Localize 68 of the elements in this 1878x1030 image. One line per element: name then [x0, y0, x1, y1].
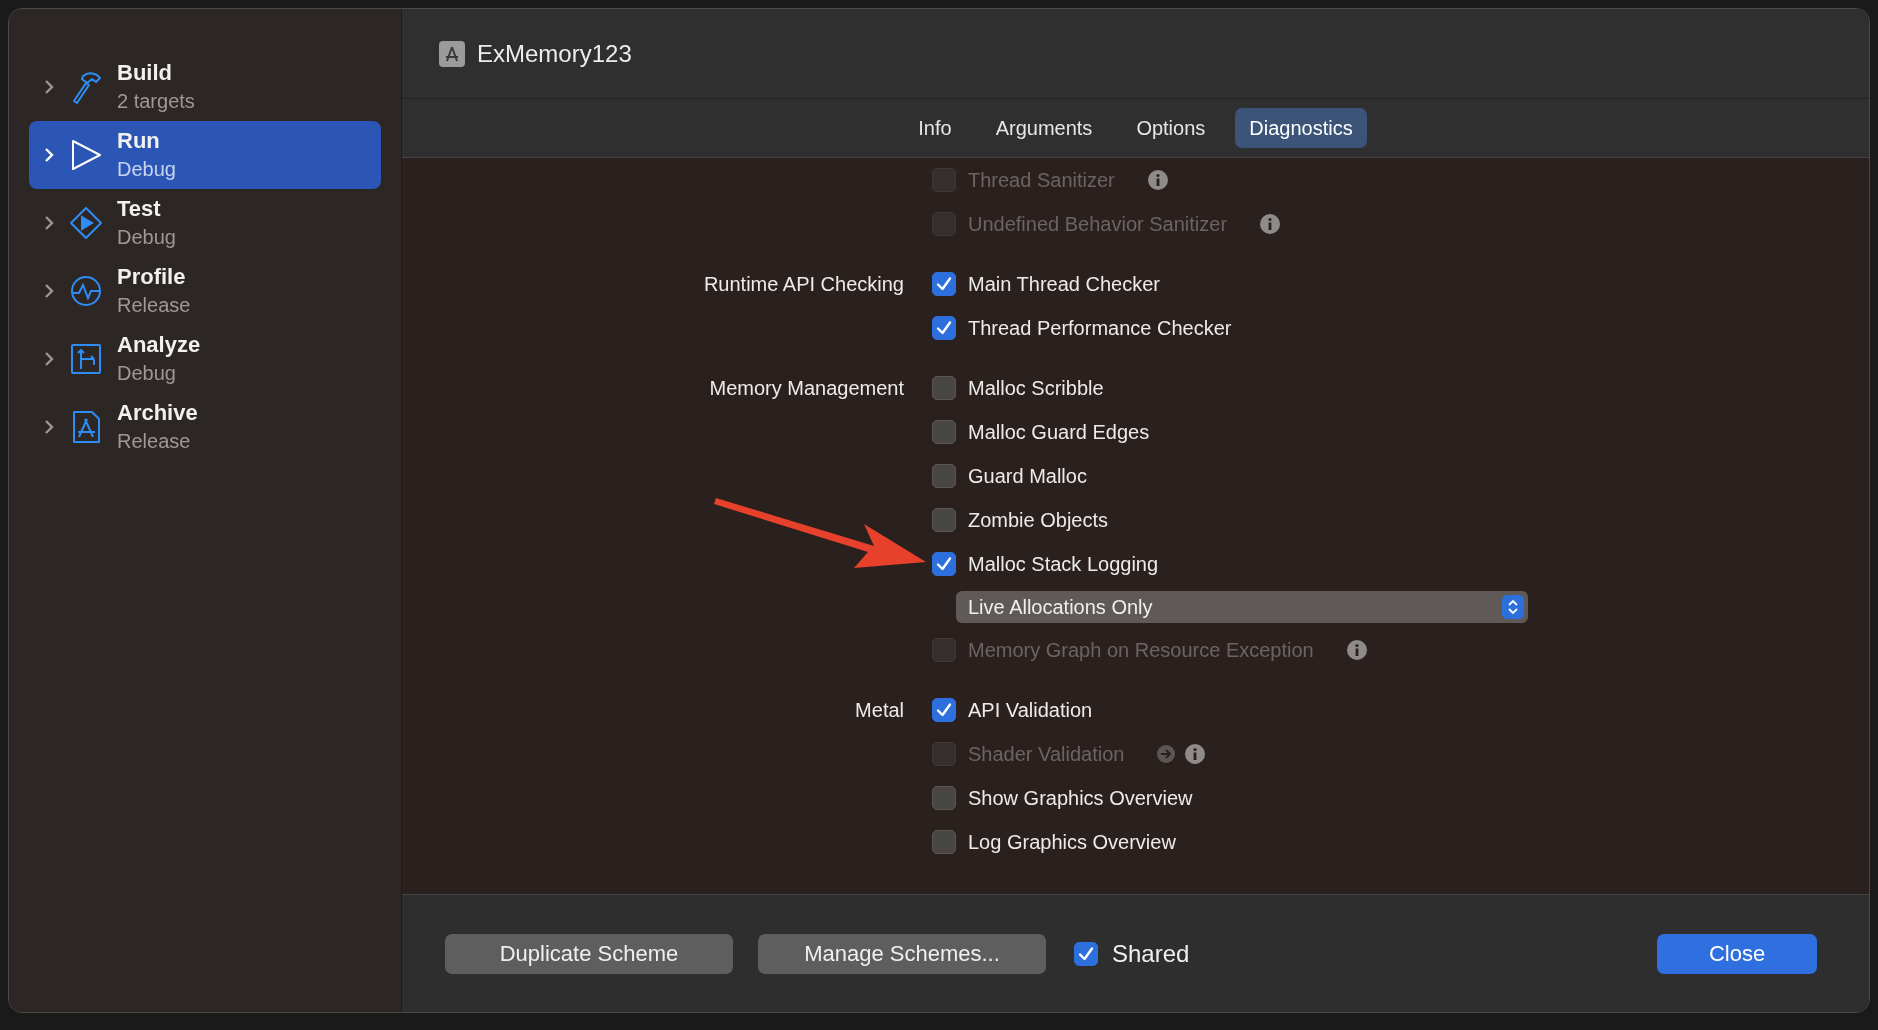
app-icon [439, 40, 465, 67]
option-label: Log Graphics Overview [968, 830, 1176, 855]
checkbox[interactable] [932, 830, 956, 854]
tab[interactable]: Options [1122, 108, 1220, 148]
manage-schemes-button[interactable]: Manage Schemes... [758, 933, 1046, 974]
shared-checkbox[interactable] [1074, 941, 1098, 966]
action-subtitle: Release [117, 293, 191, 318]
section-label: Metal [855, 698, 904, 723]
section-label: Memory Management [709, 376, 904, 401]
allocation-dropdown[interactable]: Live Allocations Only [956, 591, 1528, 623]
checkbox[interactable] [932, 464, 956, 488]
action-title: Build [117, 59, 173, 87]
diamond-play-icon [69, 206, 103, 240]
scheme-action-item[interactable]: Profile Release [29, 257, 381, 325]
action-title: Analyze [117, 331, 201, 359]
chevron-icon[interactable] [43, 282, 55, 300]
option-label: Thread Sanitizer [968, 168, 1115, 193]
chevron-icon[interactable] [43, 418, 55, 436]
option-label: API Validation [968, 698, 1093, 723]
close-button[interactable]: Close [1657, 933, 1817, 974]
action-title: Archive [117, 399, 198, 427]
chevron-icon[interactable] [43, 78, 55, 96]
chevron-icon[interactable] [43, 146, 55, 164]
scheme-action-item[interactable]: Test Debug [29, 189, 381, 257]
option-label: Malloc Stack Logging [968, 552, 1159, 577]
checkbox[interactable] [932, 508, 956, 532]
checkbox[interactable] [932, 376, 956, 400]
option-label: Undefined Behavior Sanitizer [968, 212, 1228, 237]
action-subtitle: Debug [117, 225, 176, 250]
checkbox[interactable] [932, 786, 956, 810]
section-label: Runtime API Checking [703, 272, 904, 297]
tab[interactable]: Diagnostics [1235, 108, 1367, 148]
action-subtitle: 2 targets [117, 89, 195, 114]
checkbox[interactable] [932, 552, 956, 576]
branch-icon [69, 342, 103, 376]
action-title: Test [117, 195, 162, 223]
option-label: Zombie Objects [968, 508, 1109, 533]
stepper-icon [1502, 595, 1524, 619]
option-label: Guard Malloc [968, 464, 1087, 489]
waveform-icon [69, 274, 103, 308]
action-subtitle: Release [117, 429, 192, 454]
option-label: Malloc Scribble [968, 376, 1104, 401]
action-title: Run [117, 127, 161, 155]
scheme-action-item[interactable]: Build 2 targets [29, 53, 381, 121]
scheme-title: ExMemory123 [477, 38, 632, 69]
checkbox[interactable] [932, 420, 956, 444]
duplicate-scheme-button[interactable]: Duplicate Scheme [445, 933, 733, 974]
action-subtitle: Debug [117, 157, 176, 182]
scheme-action-item[interactable]: Analyze Debug [29, 325, 381, 393]
checkbox[interactable] [932, 698, 956, 722]
checkbox[interactable] [932, 316, 956, 340]
tab[interactable]: Arguments [981, 108, 1107, 148]
option-label: Shader Validation [968, 742, 1125, 767]
option-label: Show Graphics Overview [968, 786, 1193, 811]
scheme-action-item[interactable]: Archive Release [29, 393, 381, 461]
action-title: Profile [117, 263, 187, 291]
play-icon [69, 138, 103, 172]
option-label: Main Thread Checker [968, 272, 1160, 297]
checkbox[interactable] [932, 272, 956, 296]
option-label: Thread Performance Checker [968, 316, 1232, 341]
chevron-icon[interactable] [43, 350, 55, 368]
option-label: Malloc Guard Edges [968, 420, 1150, 445]
tab[interactable]: Info [904, 108, 966, 148]
scheme-action-item[interactable]: Run Debug [29, 121, 381, 189]
shared-label: Shared [1112, 938, 1190, 969]
action-subtitle: Debug [117, 361, 177, 386]
option-label: Memory Graph on Resource Exception [968, 638, 1314, 663]
chevron-icon[interactable] [43, 214, 55, 232]
